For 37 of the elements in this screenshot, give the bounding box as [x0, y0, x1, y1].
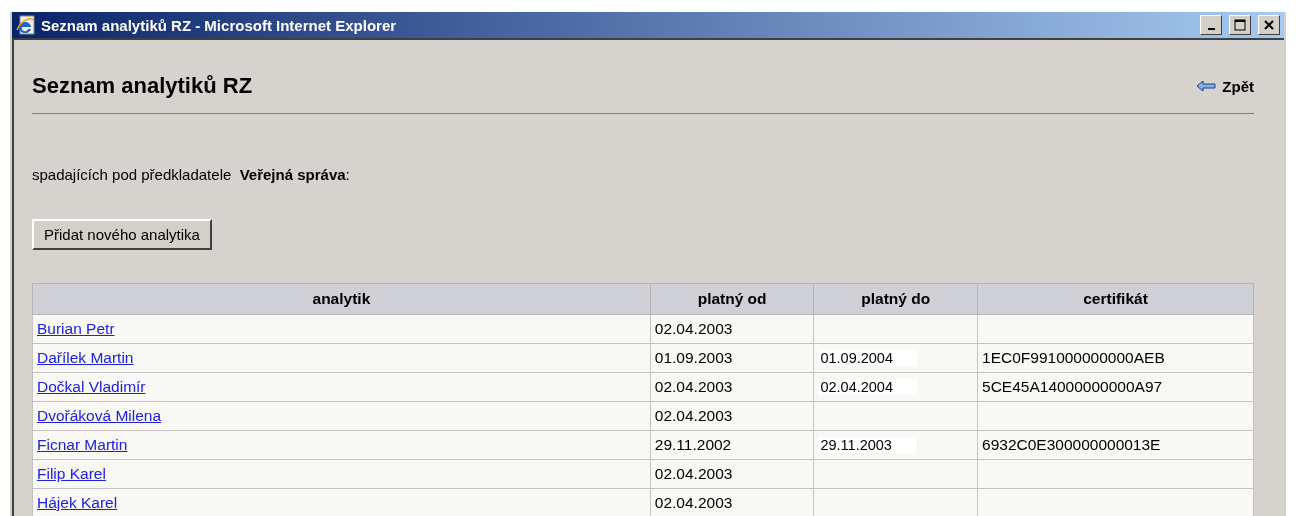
column-header: platný od	[650, 283, 814, 315]
table-cell: 1EC0F991000000000AEB	[977, 343, 1254, 373]
maximize-icon	[1234, 19, 1246, 31]
table-cell: 01.09.2004	[818, 350, 917, 366]
maximize-button[interactable]	[1229, 15, 1251, 35]
minimize-button[interactable]	[1200, 15, 1222, 35]
table-cell: 02.04.2003	[650, 314, 814, 344]
column-header: certifikát	[977, 283, 1254, 315]
analyst-link[interactable]: Burian Petr	[37, 320, 115, 337]
analyst-link[interactable]: Dočkal Vladimír	[37, 378, 146, 395]
analyst-link[interactable]: Dařílek Martin	[37, 349, 134, 366]
intro-text: spadajících pod předkladatele Veřejná správa:	[32, 166, 351, 183]
window-title: Seznam analytiků RZ - Microsoft Internet Explorer	[41, 16, 398, 34]
close-button[interactable]	[1258, 15, 1280, 35]
back-link[interactable]: Zpět	[1196, 77, 1254, 95]
table-cell: 5CE45A14000000000A97	[977, 372, 1254, 402]
column-header: platný do	[813, 283, 978, 315]
back-arrow-icon	[1196, 80, 1217, 92]
minimize-icon	[1207, 28, 1215, 30]
table-cell: 02.04.2004	[818, 379, 917, 395]
table-cell: 02.04.2003	[650, 488, 814, 516]
table-cell: 6932C0E300000000013E	[977, 430, 1254, 460]
analyst-link[interactable]: Ficnar Martin	[37, 436, 128, 453]
analyst-link[interactable]: Hájek Karel	[37, 494, 118, 511]
table-cell: 02.04.2003	[650, 372, 814, 402]
column-header: analytik	[32, 283, 651, 315]
table-cell: 02.04.2003	[650, 459, 814, 489]
page-heading: Seznam analytiků RZ	[32, 73, 253, 99]
table-cell: 29.11.2003	[818, 437, 916, 453]
browser-icon	[16, 15, 36, 35]
analyst-link[interactable]: Filip Karel	[37, 465, 106, 482]
close-icon	[1264, 20, 1274, 30]
table-cell: 29.11.2002	[650, 430, 814, 460]
add-analyst-button[interactable]: Přidat nového analytika	[32, 219, 212, 250]
table-cell: 01.09.2003	[650, 343, 814, 373]
analyst-link[interactable]: Dvořáková Milena	[37, 407, 162, 424]
table-cell: 02.04.2003	[650, 401, 814, 431]
